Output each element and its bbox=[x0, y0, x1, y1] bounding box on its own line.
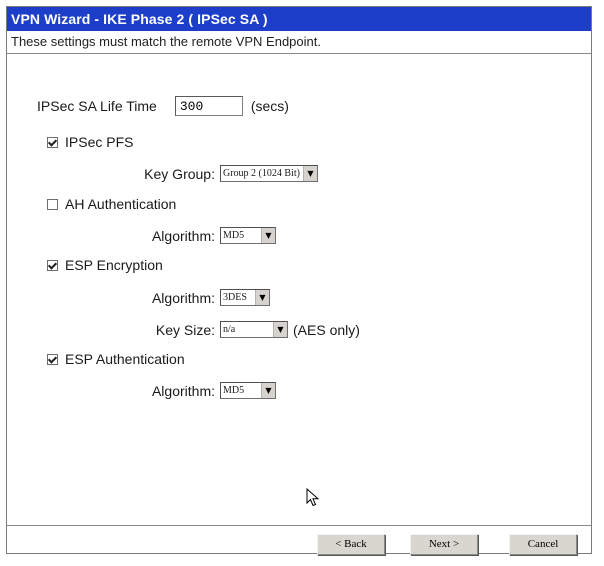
esp-enc-algorithm-row: Algorithm: 3DES ▼ bbox=[7, 289, 270, 306]
pfs-checkbox[interactable] bbox=[47, 136, 58, 148]
chevron-down-icon[interactable]: ▼ bbox=[261, 383, 275, 398]
sa-lifetime-input[interactable] bbox=[174, 96, 243, 116]
chevron-down-icon[interactable]: ▼ bbox=[303, 166, 317, 181]
key-size-label: Key Size: bbox=[155, 321, 215, 338]
ah-algorithm-row: Algorithm: MD5 ▼ bbox=[7, 227, 276, 244]
ah-auth-label: AH Authentication bbox=[65, 196, 177, 212]
sa-lifetime-label: IPSec SA Life Time bbox=[37, 98, 157, 114]
esp-enc-row[interactable]: ESP Encryption bbox=[47, 257, 163, 273]
chevron-down-icon[interactable]: ▼ bbox=[255, 290, 269, 305]
key-group-value: Group 2 (1024 Bit) bbox=[223, 168, 300, 179]
key-group-row: Key Group: Group 2 (1024 Bit) ▼ bbox=[7, 165, 318, 182]
key-group-label: Key Group: bbox=[144, 165, 215, 182]
pfs-row[interactable]: IPSec PFS bbox=[47, 134, 133, 150]
key-size-value: n/a bbox=[223, 324, 236, 335]
esp-auth-algorithm-row: Algorithm: MD5 ▼ bbox=[7, 382, 276, 399]
window-title: VPN Wizard - IKE Phase 2 ( IPSec SA ) bbox=[7, 7, 591, 31]
ah-algorithm-select[interactable]: MD5 ▼ bbox=[220, 227, 276, 244]
chevron-down-icon[interactable]: ▼ bbox=[273, 322, 287, 337]
next-button[interactable]: Next > bbox=[410, 534, 478, 555]
wizard-footer: < Back Next > Cancel bbox=[7, 525, 591, 555]
ah-auth-row[interactable]: AH Authentication bbox=[47, 196, 176, 212]
esp-auth-algorithm-label: Algorithm: bbox=[151, 382, 215, 399]
back-button[interactable]: < Back bbox=[317, 534, 385, 555]
pfs-label: IPSec PFS bbox=[65, 134, 134, 150]
esp-auth-label: ESP Authentication bbox=[65, 351, 185, 367]
esp-auth-checkbox[interactable] bbox=[47, 353, 58, 365]
esp-auth-algorithm-select[interactable]: MD5 ▼ bbox=[220, 382, 276, 399]
esp-enc-algorithm-value: 3DES bbox=[223, 292, 247, 303]
chevron-down-icon[interactable]: ▼ bbox=[261, 228, 275, 243]
key-size-select[interactable]: n/a ▼ bbox=[220, 321, 288, 338]
esp-enc-algorithm-select[interactable]: 3DES ▼ bbox=[220, 289, 270, 306]
key-group-select[interactable]: Group 2 (1024 Bit) ▼ bbox=[220, 165, 318, 182]
esp-enc-algorithm-label: Algorithm: bbox=[151, 289, 215, 306]
ah-auth-checkbox[interactable] bbox=[47, 198, 58, 210]
esp-enc-label: ESP Encryption bbox=[65, 257, 163, 273]
vpn-wizard-dialog: VPN Wizard - IKE Phase 2 ( IPSec SA ) Th… bbox=[6, 6, 592, 555]
sa-lifetime-row: IPSec SA Life Time (secs) bbox=[37, 96, 289, 116]
key-size-row: Key Size: n/a ▼ (AES only) bbox=[7, 321, 360, 338]
instruction-text: These settings must match the remote VPN… bbox=[7, 31, 591, 54]
key-size-note: (AES only) bbox=[293, 321, 360, 338]
cancel-button[interactable]: Cancel bbox=[509, 534, 577, 555]
sa-lifetime-unit: (secs) bbox=[250, 98, 289, 114]
esp-auth-algorithm-value: MD5 bbox=[223, 385, 245, 396]
ah-algorithm-value: MD5 bbox=[223, 230, 245, 241]
ipsec-settings-form: IPSec SA Life Time (secs) IPSec PFS Key … bbox=[7, 55, 591, 499]
ah-algorithm-label: Algorithm: bbox=[151, 227, 215, 244]
esp-auth-row[interactable]: ESP Authentication bbox=[47, 351, 185, 367]
mouse-pointer-icon bbox=[306, 488, 320, 507]
esp-enc-checkbox[interactable] bbox=[47, 259, 58, 271]
